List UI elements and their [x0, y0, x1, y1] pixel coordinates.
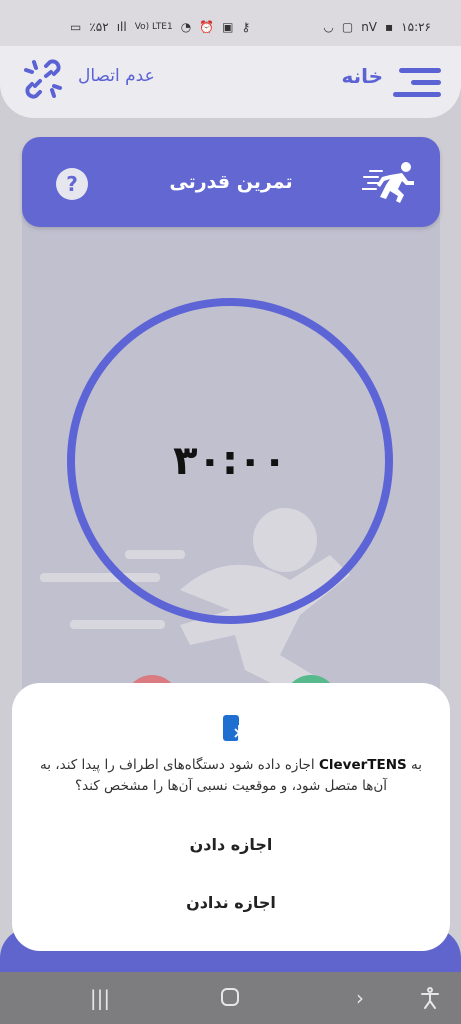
network-label: nV — [361, 20, 378, 34]
status-bar: ▭ ٪۵۲ ıll Vo) LTE1 ◔ ⏰ ▣ ⚷ ◡ ▢ nV ▪ ۱۵:۲… — [0, 0, 461, 50]
message-prefix: به — [406, 757, 423, 773]
allow-button[interactable]: اجازه دادن — [12, 835, 450, 854]
recent-apps-icon[interactable]: ||| — [80, 986, 120, 1010]
clock-time: ۱۵:۲۶ — [401, 20, 431, 34]
back-icon[interactable]: › — [340, 986, 380, 1010]
battery-icon: ▭ — [70, 20, 82, 34]
wifi-icon: ◔ — [180, 20, 192, 34]
status-left: ▭ ٪۵۲ ıll Vo) LTE1 ◔ ⏰ ▣ ⚷ — [70, 20, 250, 34]
timer-display: ۳۰:۰۰ — [173, 438, 287, 484]
status-right: ◡ ▢ nV ▪ ۱۵:۲۶ — [323, 20, 431, 34]
broken-link-icon[interactable] — [20, 56, 66, 102]
app-name: CleverTENS — [318, 757, 407, 773]
accessibility-icon[interactable] — [410, 986, 450, 1015]
exercise-header: ? تمرین قدرتی — [22, 137, 440, 227]
app-bar: خانه عدم اتصال — [0, 46, 461, 118]
running-man-icon — [362, 162, 414, 203]
gallery-icon: ▢ — [341, 20, 354, 34]
menu-button[interactable] — [391, 66, 441, 97]
notification-icon: ◡ — [323, 20, 334, 34]
alarm-icon: ⏰ — [199, 20, 215, 34]
menu-line-1 — [399, 68, 441, 73]
menu-line-3 — [393, 92, 441, 97]
message-icon: ▪ — [385, 20, 394, 34]
volte-label: Vo) LTE1 — [134, 22, 173, 32]
home-label[interactable]: خانه — [341, 64, 383, 88]
key-icon: ⚷ — [241, 20, 251, 34]
permission-message: به CleverTENS اجازه داده شود دستگاه‌های … — [36, 755, 426, 797]
menu-line-2 — [411, 80, 441, 85]
home-icon[interactable] — [210, 986, 250, 1013]
signal-icon: ıll — [116, 20, 127, 34]
lock-icon: ▣ — [222, 20, 234, 34]
battery-percent: ٪۵۲ — [89, 20, 109, 34]
system-nav-bar: ||| › — [0, 972, 461, 1024]
nearby-devices-bluetooth-icon — [223, 715, 247, 742]
connection-status-label[interactable]: عدم اتصال — [78, 66, 155, 86]
permission-dialog: به CleverTENS اجازه داده شود دستگاه‌های … — [12, 683, 450, 951]
deny-button[interactable]: اجازه ندادن — [12, 893, 450, 912]
